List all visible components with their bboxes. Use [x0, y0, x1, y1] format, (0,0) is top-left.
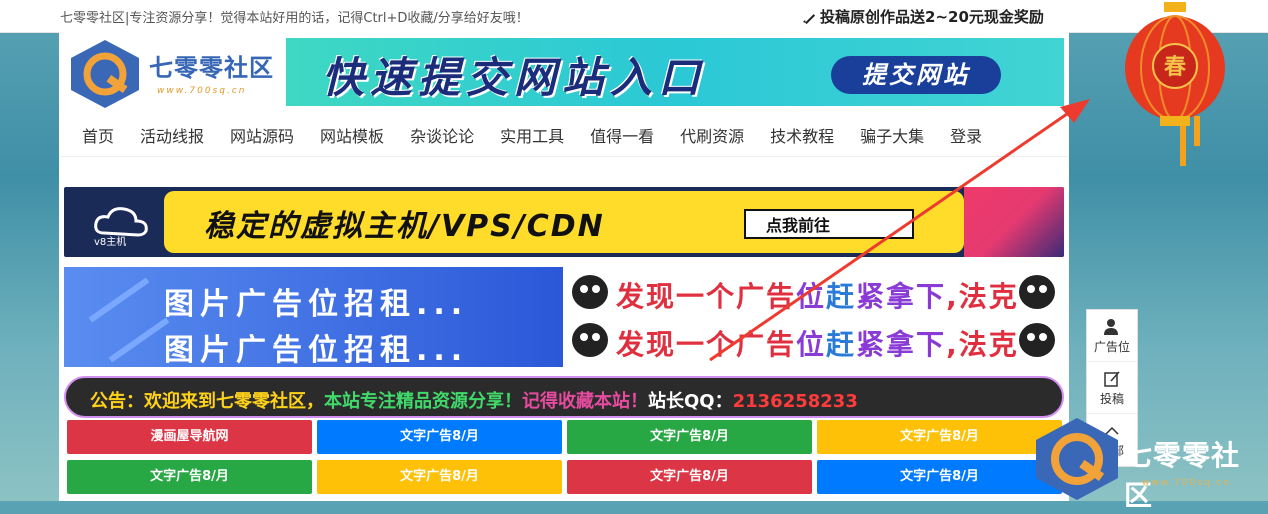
image-ad-slot[interactable]: 图片广告位招租... 图片广告位招租... — [64, 267, 563, 367]
nav-item-home[interactable]: 首页 — [69, 112, 127, 158]
cat-icon — [572, 275, 608, 309]
nav-item-tools[interactable]: 实用工具 — [487, 112, 577, 158]
gif-ad-slot[interactable]: 发现一个广告位赶紧拿下,法克 发现一个广告位赶紧拿下,法克 — [564, 267, 1064, 367]
text-ad-link[interactable]: 文字广告8/月 — [317, 420, 562, 454]
text-ad-link[interactable]: 文字广告8/月 — [567, 420, 812, 454]
submit-tool-button[interactable]: 投稿 — [1087, 362, 1137, 414]
text-ad-link[interactable]: 文字广告8/月 — [817, 460, 1062, 494]
main-container: 七零零社区 www.700sq.cn 快速提交网站入口 提交网站 首页 活动线报… — [59, 32, 1069, 501]
nav-item-login[interactable]: 登录 — [937, 112, 995, 158]
watermark-hexagon-icon — [1036, 418, 1118, 500]
ad-line-1: 图片广告位招租... — [164, 287, 469, 322]
vps-headline: 稳定的虚拟主机/VPS/CDN — [204, 209, 605, 244]
submit-site-button[interactable]: 提交网站 — [831, 56, 1001, 94]
banner-headline: 快速提交网站入口 — [322, 53, 707, 102]
lantern-decoration: 春 — [1125, 2, 1225, 166]
edit-icon — [1104, 371, 1120, 387]
submit-tool-label: 投稿 — [1099, 392, 1124, 406]
text-ad-link[interactable]: 文字广告8/月 — [567, 460, 812, 494]
ad-right-line-1: 发现一个广告位赶紧拿下,法克 — [616, 280, 1019, 313]
promo-link[interactable]: 投稿原创作品送2~20元现金奖励 — [800, 6, 1044, 27]
user-icon — [1104, 319, 1118, 335]
ad-right-line-2: 发现一个广告位赶紧拿下,法克 — [616, 328, 1019, 361]
site-notice: 七零零社区|专注资源分享！觉得本站好用的话，记得Ctrl+D收藏/分享给好友哦！ — [60, 11, 529, 26]
nav-item-scammers[interactable]: 骗子大集 — [847, 112, 937, 158]
watermark-title: 七零零社区 — [1124, 439, 1241, 512]
vps-ad-banner[interactable]: v8主机 稳定的虚拟主机/VPS/CDN 点我前往 — [64, 187, 1064, 257]
submit-site-banner[interactable]: 快速提交网站入口 提交网站 — [286, 38, 1064, 106]
main-nav: 首页 活动线报 网站源码 网站模板 杂谈论论 实用工具 值得一看 代刷资源 技术… — [59, 112, 1069, 157]
text-ad-link[interactable]: 文字广告8/月 — [817, 420, 1062, 454]
nav-item-templates[interactable]: 网站模板 — [307, 112, 397, 158]
text-ad-link[interactable]: 文字广告8/月 — [317, 460, 562, 494]
site-logo[interactable]: 七零零社区 www.700sq.cn — [65, 38, 275, 108]
ad-tool-button[interactable]: 广告位 — [1087, 310, 1137, 362]
watermark-logo: 七零零社区 www.700sq.cn — [1032, 416, 1268, 512]
vps-go-button[interactable]: 点我前往 — [744, 209, 914, 239]
ad-stripe — [108, 317, 170, 363]
announcement-bar: 公告：欢迎来到七零零社区，本站专注精品资源分享！记得收藏本站！站长QQ：2136… — [64, 376, 1064, 418]
nav-item-discussion[interactable]: 杂谈论论 — [397, 112, 487, 158]
edit-pen-icon — [803, 13, 816, 24]
nav-item-worth-seeing[interactable]: 值得一看 — [577, 112, 667, 158]
nav-item-source[interactable]: 网站源码 — [217, 112, 307, 158]
cat-icon — [572, 323, 608, 357]
lantern-char: 春 — [1164, 55, 1186, 80]
announcement-text: 公告：欢迎来到七零零社区，本站专注精品资源分享！记得收藏本站！站长QQ：2136… — [90, 391, 858, 412]
nav-item-deals[interactable]: 活动线报 — [127, 112, 217, 158]
nav-item-tutorials[interactable]: 技术教程 — [757, 112, 847, 158]
text-ad-link[interactable]: 漫画屋导航网 — [67, 420, 312, 454]
ad-tool-label: 广告位 — [1093, 340, 1130, 354]
vps-brand: v8主机 — [94, 237, 127, 248]
cat-icon — [1019, 323, 1055, 357]
text-ad-link[interactable]: 文字广告8/月 — [67, 460, 312, 494]
watermark-subtitle: www.700sq.cn — [1142, 478, 1232, 488]
logo-hexagon-icon — [71, 40, 139, 108]
nav-item-resources[interactable]: 代刷资源 — [667, 112, 757, 158]
ad-line-2: 图片广告位招租... — [164, 333, 469, 367]
logo-subtitle: www.700sq.cn — [157, 86, 247, 96]
cat-icon — [1019, 275, 1055, 309]
logo-title: 七零零社区 — [149, 54, 274, 82]
promo-text: 投稿原创作品送2~20元现金奖励 — [820, 8, 1044, 26]
top-bar: 七零零社区|专注资源分享！觉得本站好用的话，记得Ctrl+D收藏/分享给好友哦！… — [0, 0, 1268, 33]
vps-decoration — [964, 187, 1064, 257]
ad-stripe — [88, 277, 150, 323]
